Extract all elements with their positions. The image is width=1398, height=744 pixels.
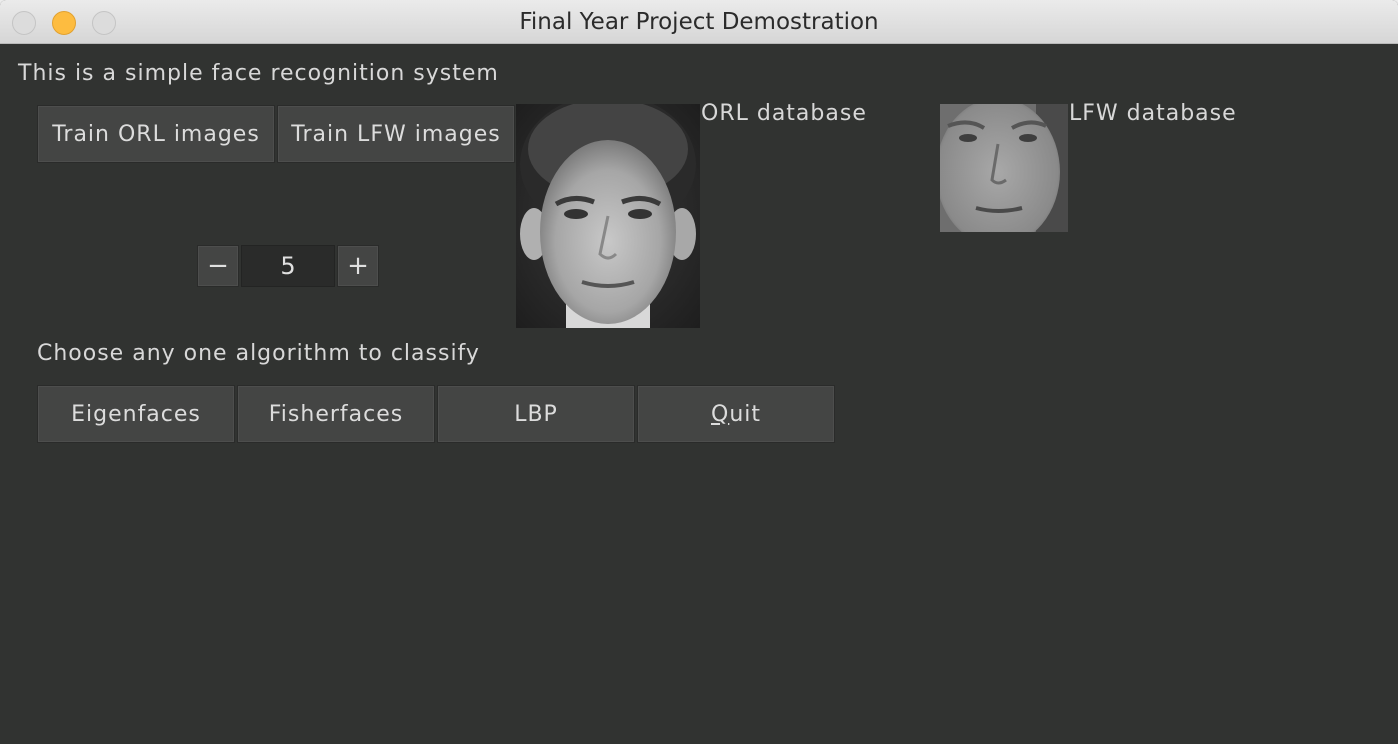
app-window: Final Year Project Demostration This is … [0, 0, 1398, 744]
classify-label: Choose any one algorithm to classify [37, 341, 480, 366]
orl-face-picture [516, 104, 700, 328]
lbp-button[interactable]: LBP [437, 385, 635, 443]
increment-button[interactable]: + [337, 245, 379, 287]
train-lfw-button[interactable]: Train LFW images [277, 105, 515, 163]
orl-sample-image [516, 104, 700, 328]
quit-button[interactable]: Quit [637, 385, 835, 443]
eigenfaces-button[interactable]: Eigenfaces [37, 385, 235, 443]
quit-button-label: Quit [710, 401, 761, 427]
intro-label: This is a simple face recognition system [18, 61, 499, 86]
lfw-sample-image [940, 104, 1068, 232]
title-bar: Final Year Project Demostration [0, 0, 1398, 44]
train-orl-button[interactable]: Train ORL images [37, 105, 275, 163]
decrement-button[interactable]: − [197, 245, 239, 287]
lfw-database-label: LFW database [1069, 101, 1237, 126]
window-title: Final Year Project Demostration [519, 9, 879, 35]
orl-database-label: ORL database [701, 101, 867, 126]
fisherfaces-button[interactable]: Fisherfaces [237, 385, 435, 443]
lfw-face-picture [940, 104, 1068, 232]
count-value-field[interactable]: 5 [241, 245, 335, 287]
